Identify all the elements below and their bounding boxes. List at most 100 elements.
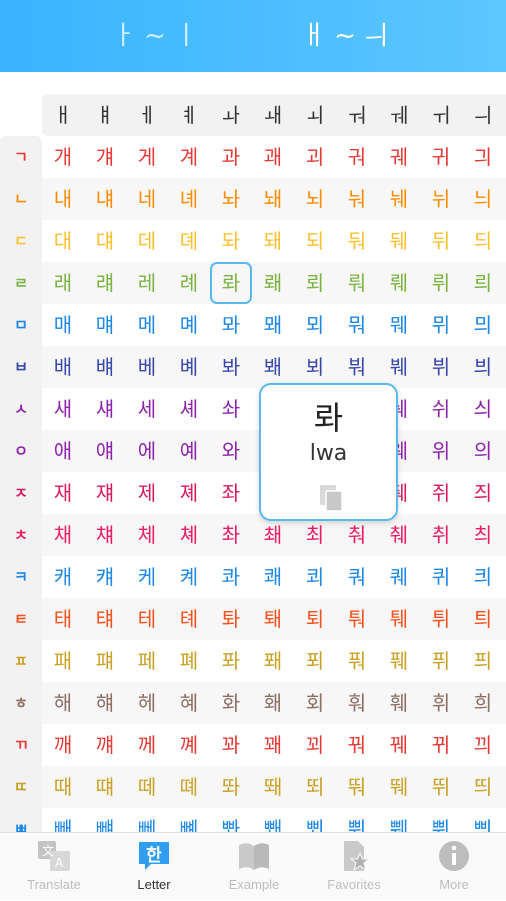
nav-more[interactable]: More <box>406 833 502 901</box>
syllable-cell[interactable]: 와 <box>210 430 252 472</box>
syllable-cell[interactable]: 븨 <box>462 346 504 388</box>
syllable-cell[interactable]: 녜 <box>168 178 210 220</box>
syllable-cell[interactable]: 제 <box>126 472 168 514</box>
syllable-cell[interactable]: 쾌 <box>252 556 294 598</box>
syllable-cell[interactable]: 둬 <box>336 220 378 262</box>
syllable-cell[interactable]: 게 <box>126 136 168 178</box>
syllable-cell[interactable]: 뤄 <box>336 262 378 304</box>
syllable-cell[interactable]: 때 <box>42 766 84 808</box>
syllable-cell[interactable]: 채 <box>42 514 84 556</box>
syllable-cell[interactable]: 싀 <box>462 388 504 430</box>
syllable-cell[interactable]: 뭬 <box>378 304 420 346</box>
syllable-cell[interactable]: 되 <box>294 220 336 262</box>
syllable-cell[interactable]: 돠 <box>210 220 252 262</box>
syllable-cell[interactable]: 퀴 <box>420 556 462 598</box>
syllable-cell[interactable]: 뿨 <box>336 808 378 832</box>
syllable-cell[interactable]: 레 <box>126 262 168 304</box>
syllable-cell[interactable]: 례 <box>168 262 210 304</box>
syllable-popup[interactable]: 롸 lwa <box>259 383 398 521</box>
syllable-cell[interactable]: 폐 <box>168 640 210 682</box>
syllable-cell[interactable]: 셰 <box>168 388 210 430</box>
syllable-cell[interactable]: 캐 <box>42 556 84 598</box>
syllable-cell[interactable]: 푀 <box>294 640 336 682</box>
syllable-cell[interactable]: 내 <box>42 178 84 220</box>
syllable-cell[interactable]: 봬 <box>252 346 294 388</box>
syllable-cell[interactable]: 뎨 <box>168 220 210 262</box>
syllable-cell[interactable]: 귀 <box>420 136 462 178</box>
syllable-cell[interactable]: 눠 <box>336 178 378 220</box>
syllable-cell[interactable]: 애 <box>42 430 84 472</box>
syllable-cell[interactable]: 냬 <box>84 178 126 220</box>
syllable-cell[interactable]: 메 <box>126 304 168 346</box>
syllable-cell[interactable]: 예 <box>168 430 210 472</box>
syllable-cell[interactable]: 혜 <box>168 682 210 724</box>
copy-icon[interactable] <box>314 483 348 513</box>
syllable-cell[interactable]: 뽸 <box>252 808 294 832</box>
syllable-cell[interactable]: 콰 <box>210 556 252 598</box>
syllable-cell[interactable]: 뉘 <box>420 178 462 220</box>
nav-favorites[interactable]: Favorites <box>306 833 402 901</box>
syllable-cell[interactable]: 괘 <box>252 136 294 178</box>
syllable-cell[interactable]: 뇌 <box>294 178 336 220</box>
nav-translate[interactable]: 文 A Translate <box>6 833 102 901</box>
syllable-cell[interactable]: 궤 <box>378 136 420 178</box>
tab-vowels-ae-ui[interactable]: ㅐ ~ ㅢ <box>260 0 430 72</box>
syllable-cell[interactable]: 쉬 <box>420 388 462 430</box>
syllable-cell[interactable]: 뒈 <box>378 220 420 262</box>
syllable-cell[interactable]: 께 <box>126 724 168 766</box>
syllable-cell[interactable]: 위 <box>420 430 462 472</box>
syllable-cell[interactable]: 긔 <box>462 136 504 178</box>
syllable-cell[interactable]: 재 <box>42 472 84 514</box>
syllable-cell[interactable]: 킈 <box>462 556 504 598</box>
syllable-cell[interactable]: 쁴 <box>462 808 504 832</box>
syllable-cell[interactable]: 꼐 <box>168 724 210 766</box>
nav-example[interactable]: Example <box>206 833 302 901</box>
syllable-cell[interactable]: 세 <box>126 388 168 430</box>
syllable-cell[interactable]: 쀠 <box>420 808 462 832</box>
syllable-cell[interactable]: 테 <box>126 598 168 640</box>
syllable-cell[interactable]: 뮈 <box>420 304 462 346</box>
syllable-cell[interactable]: 붸 <box>378 346 420 388</box>
syllable-cell[interactable]: 뛰 <box>420 766 462 808</box>
syllable-cell[interactable]: 좌 <box>210 472 252 514</box>
syllable-cell[interactable]: 띄 <box>462 766 504 808</box>
syllable-cell[interactable]: 개 <box>42 136 84 178</box>
syllable-cell[interactable]: 졔 <box>168 472 210 514</box>
syllable-cell[interactable]: 케 <box>126 556 168 598</box>
syllable-cell[interactable]: 톄 <box>168 598 210 640</box>
syllable-cell[interactable]: 에 <box>126 430 168 472</box>
syllable-cell[interactable]: 베 <box>126 346 168 388</box>
syllable-cell[interactable]: 늬 <box>462 178 504 220</box>
syllable-cell[interactable]: 빼 <box>42 808 84 832</box>
syllable-cell[interactable]: 퐈 <box>210 640 252 682</box>
syllable-cell[interactable]: 틔 <box>462 598 504 640</box>
syllable-cell[interactable]: 믜 <box>462 304 504 346</box>
syllable-cell[interactable]: 놔 <box>210 178 252 220</box>
syllable-cell[interactable]: 꺠 <box>84 724 126 766</box>
syllable-cell[interactable]: 래 <box>42 262 84 304</box>
syllable-cell[interactable]: 즤 <box>462 472 504 514</box>
syllable-cell[interactable]: 퉈 <box>336 598 378 640</box>
syllable-cell[interactable]: 퉤 <box>378 598 420 640</box>
syllable-cell[interactable]: 럐 <box>84 262 126 304</box>
syllable-cell[interactable]: 얘 <box>84 430 126 472</box>
syllable-cell[interactable]: 배 <box>42 346 84 388</box>
syllable-cell[interactable]: 뫼 <box>294 304 336 346</box>
syllable-cell[interactable]: 취 <box>420 514 462 556</box>
syllable-cell[interactable]: 놰 <box>252 178 294 220</box>
syllable-cell[interactable]: 걔 <box>84 136 126 178</box>
syllable-cell[interactable]: 계 <box>168 136 210 178</box>
syllable-cell[interactable]: 먜 <box>84 304 126 346</box>
syllable-cell[interactable]: 데 <box>126 220 168 262</box>
syllable-cell[interactable]: 뼤 <box>168 808 210 832</box>
syllable-cell[interactable]: 깨 <box>42 724 84 766</box>
syllable-cell[interactable]: 듸 <box>462 220 504 262</box>
syllable-cell[interactable]: 궈 <box>336 136 378 178</box>
syllable-cell[interactable]: 뽜 <box>210 808 252 832</box>
syllable-cell[interactable]: 해 <box>42 682 84 724</box>
syllable-cell[interactable]: 턔 <box>84 598 126 640</box>
syllable-cell[interactable]: 홰 <box>252 682 294 724</box>
syllable-cell[interactable]: 대 <box>42 220 84 262</box>
syllable-cell[interactable]: 뱨 <box>84 346 126 388</box>
syllable-cell[interactable]: 뢔 <box>252 262 294 304</box>
